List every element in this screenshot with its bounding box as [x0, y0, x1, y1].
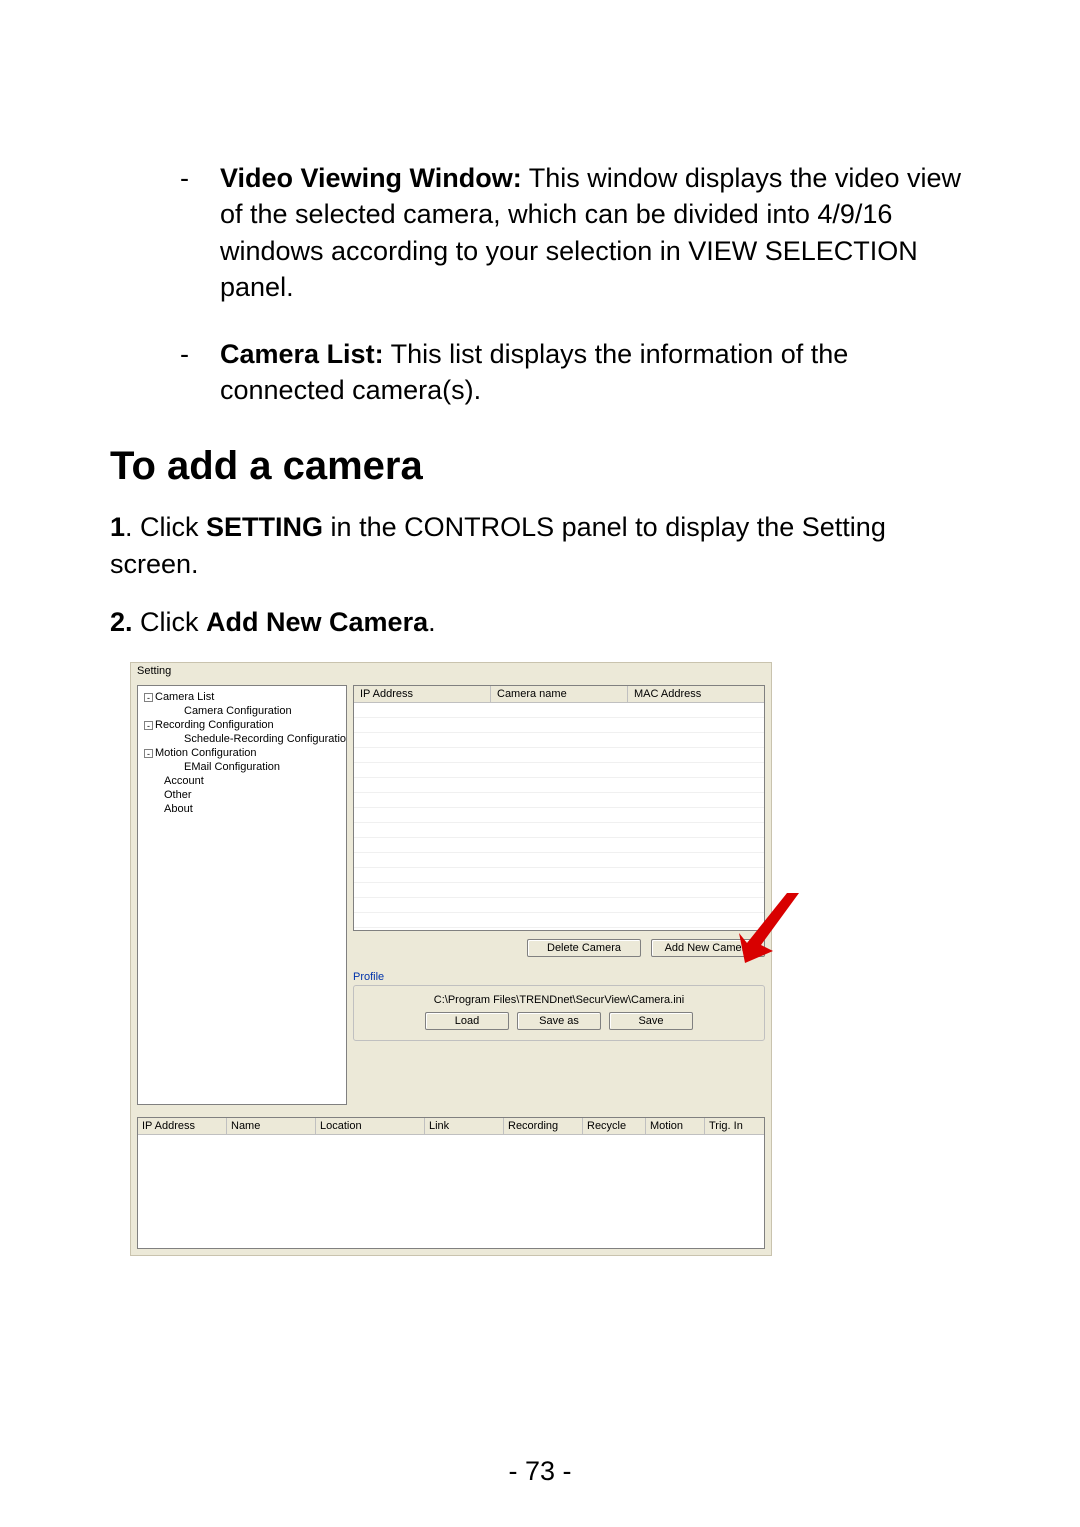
tree-node[interactable]: -Recording Configuration	[140, 718, 344, 732]
delete-camera-button[interactable]: Delete Camera	[527, 939, 641, 957]
column-header[interactable]: MAC Address	[628, 686, 764, 702]
profile-label: Profile	[353, 971, 765, 983]
bullet-dash: -	[180, 336, 220, 409]
window-title: Setting	[131, 663, 771, 679]
table-row	[354, 793, 764, 808]
step-bold: Add New Camera	[206, 607, 428, 637]
save-button[interactable]: Save	[609, 1012, 693, 1030]
column-header[interactable]: Motion	[646, 1118, 705, 1134]
load-button[interactable]: Load	[425, 1012, 509, 1030]
settings-tree[interactable]: -Camera List Camera Configuration -Recor…	[137, 685, 347, 1105]
profile-path: C:\Program Files\TRENDnet\SecurView\Came…	[362, 994, 756, 1006]
save-as-button[interactable]: Save as	[517, 1012, 601, 1030]
bullet-dash: -	[180, 160, 220, 306]
table-row	[354, 898, 764, 913]
table-row	[354, 883, 764, 898]
table-row	[354, 808, 764, 823]
column-header[interactable]: Name	[227, 1118, 316, 1134]
bullet-item: - Video Viewing Window: This window disp…	[180, 160, 970, 306]
table-row	[354, 748, 764, 763]
tree-label: Schedule-Recording Configuration	[184, 733, 347, 745]
step-text: Click	[133, 607, 207, 637]
embedded-screenshot: Setting -Camera List Camera Configuratio…	[130, 662, 772, 1256]
profile-buttons: Load Save as Save	[362, 1012, 756, 1030]
step-text: .	[428, 607, 436, 637]
bullet-text: Camera List: This list displays the info…	[220, 336, 970, 409]
tree-node[interactable]: -Camera List	[140, 690, 344, 704]
table-row	[354, 718, 764, 733]
table-body	[354, 703, 764, 930]
column-header[interactable]: Recycle	[583, 1118, 646, 1134]
table-row	[354, 823, 764, 838]
step-number: 2.	[110, 607, 133, 637]
status-table[interactable]: IP Address Name Location Link Recording …	[137, 1117, 765, 1249]
tree-leaf[interactable]: Camera Configuration	[140, 704, 344, 718]
tree-leaf[interactable]: Schedule-Recording Configuration	[140, 732, 344, 746]
tree-label: Camera Configuration	[184, 705, 292, 717]
camera-table[interactable]: IP Address Camera name MAC Address	[353, 685, 765, 931]
table-row	[354, 838, 764, 853]
status-header-row: IP Address Name Location Link Recording …	[138, 1118, 764, 1135]
tree-leaf[interactable]: About	[140, 802, 344, 816]
bullet-label: Camera List:	[220, 339, 384, 369]
collapse-icon[interactable]: -	[144, 749, 153, 758]
page-number: - 73 -	[0, 1456, 1080, 1487]
tree-label: Account	[164, 775, 204, 787]
column-header[interactable]: Camera name	[491, 686, 628, 702]
tree-leaf[interactable]: EMail Configuration	[140, 760, 344, 774]
table-row	[354, 853, 764, 868]
right-panel: IP Address Camera name MAC Address	[353, 685, 765, 1105]
table-row	[354, 913, 764, 928]
column-header[interactable]: Link	[425, 1118, 504, 1134]
collapse-icon[interactable]: -	[144, 693, 153, 702]
tree-label: About	[164, 803, 193, 815]
camera-buttons: Delete Camera Add New Camera	[353, 939, 765, 957]
step-number: 1	[110, 512, 125, 542]
column-header[interactable]: Recording	[504, 1118, 583, 1134]
table-header-row: IP Address Camera name MAC Address	[354, 686, 764, 703]
section-heading: To add a camera	[110, 444, 970, 489]
tree-label: Camera List	[155, 691, 214, 703]
column-header[interactable]: Trig. In	[705, 1118, 764, 1134]
tree-label: EMail Configuration	[184, 761, 280, 773]
table-row	[354, 763, 764, 778]
red-arrow-annotation	[739, 893, 799, 963]
tree-label: Recording Configuration	[155, 719, 274, 731]
window-body: -Camera List Camera Configuration -Recor…	[131, 679, 771, 1111]
collapse-icon[interactable]: -	[144, 721, 153, 730]
tree-label: Other	[164, 789, 192, 801]
step-bold: SETTING	[206, 512, 323, 542]
tree-leaf[interactable]: Other	[140, 788, 344, 802]
step-text: . Click	[125, 512, 206, 542]
step-item: 2. Click Add New Camera.	[110, 604, 970, 642]
column-header[interactable]: IP Address	[138, 1118, 227, 1134]
tree-leaf[interactable]: Account	[140, 774, 344, 788]
tree-node[interactable]: -Motion Configuration	[140, 746, 344, 760]
profile-groupbox: C:\Program Files\TRENDnet\SecurView\Came…	[353, 985, 765, 1041]
table-row	[354, 703, 764, 718]
column-header[interactable]: Location	[316, 1118, 425, 1134]
bullet-text: Video Viewing Window: This window displa…	[220, 160, 970, 306]
bullet-label: Video Viewing Window:	[220, 163, 522, 193]
tree-label: Motion Configuration	[155, 747, 257, 759]
step-item: 1. Click SETTING in the CONTROLS panel t…	[110, 509, 970, 585]
profile-section: Profile C:\Program Files\TRENDnet\SecurV…	[353, 971, 765, 1041]
column-header[interactable]: IP Address	[354, 686, 491, 702]
table-row	[354, 868, 764, 883]
document-page: - Video Viewing Window: This window disp…	[0, 0, 1080, 1527]
table-row	[354, 733, 764, 748]
bullet-item: - Camera List: This list displays the in…	[180, 336, 970, 409]
table-row	[354, 778, 764, 793]
